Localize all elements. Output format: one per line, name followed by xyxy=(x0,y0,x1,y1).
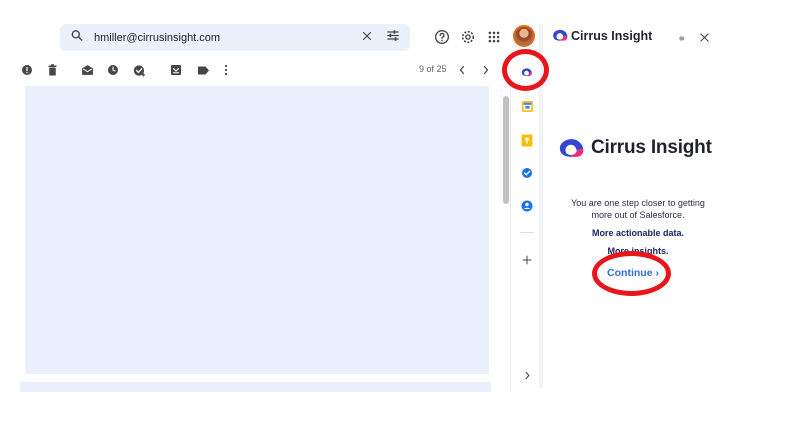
mark-unread-icon[interactable] xyxy=(80,63,94,77)
delete-icon[interactable] xyxy=(45,63,59,77)
addon-title: Cirrus Insight xyxy=(571,29,653,43)
pager-count: 9 of 25 xyxy=(419,64,447,74)
snooze-icon[interactable] xyxy=(106,63,120,77)
label-icon[interactable] xyxy=(196,63,210,77)
email-content-footer xyxy=(20,382,491,392)
scrollbar-thumb[interactable] xyxy=(503,96,509,204)
addon-brand-name: Cirrus Insight xyxy=(591,137,712,158)
close-icon[interactable] xyxy=(361,29,373,47)
cirrus-insight-logo xyxy=(552,28,569,47)
report-spam-icon[interactable] xyxy=(20,63,34,77)
add-icon[interactable] xyxy=(519,252,535,268)
highlight-ring-addon-icon xyxy=(502,49,549,91)
help-icon[interactable] xyxy=(431,26,453,48)
search-bar[interactable] xyxy=(60,24,410,51)
search-input[interactable] xyxy=(94,28,344,47)
tasks-icon[interactable] xyxy=(519,165,535,181)
close-icon[interactable] xyxy=(693,26,715,48)
email-content-area xyxy=(25,86,489,374)
add-task-icon[interactable] xyxy=(132,63,146,77)
move-to-icon[interactable] xyxy=(169,63,183,77)
tune-icon[interactable] xyxy=(386,28,400,47)
addon-tagline: You are one step closer to getting more … xyxy=(554,197,722,221)
tagline-line-2: more out of Salesforce. xyxy=(591,210,685,220)
gear-icon[interactable] xyxy=(457,26,479,48)
side-panel-separator xyxy=(520,232,534,233)
pin-icon[interactable] xyxy=(670,27,692,49)
tagline-line-1: You are one step closer to getting xyxy=(571,198,705,208)
benefit-actionable-data: More actionable data. xyxy=(591,228,685,238)
cirrus-insight-logo-large xyxy=(558,136,586,164)
expand-icon[interactable] xyxy=(519,367,535,383)
gmail-window: 9 of 25 Cirrus Insight xyxy=(0,0,800,421)
chevron-right-icon[interactable] xyxy=(479,63,493,77)
more-vert-icon[interactable] xyxy=(219,63,233,77)
calendar-icon[interactable] xyxy=(519,98,535,114)
side-panel-divider xyxy=(510,86,511,391)
chevron-left-icon[interactable] xyxy=(455,63,469,77)
search-icon[interactable] xyxy=(70,28,84,47)
highlight-ring-continue xyxy=(592,251,671,296)
contacts-icon[interactable] xyxy=(519,198,535,214)
keep-icon[interactable] xyxy=(519,132,535,148)
apps-grid-icon[interactable] xyxy=(483,26,505,48)
user-avatar[interactable] xyxy=(513,25,535,47)
